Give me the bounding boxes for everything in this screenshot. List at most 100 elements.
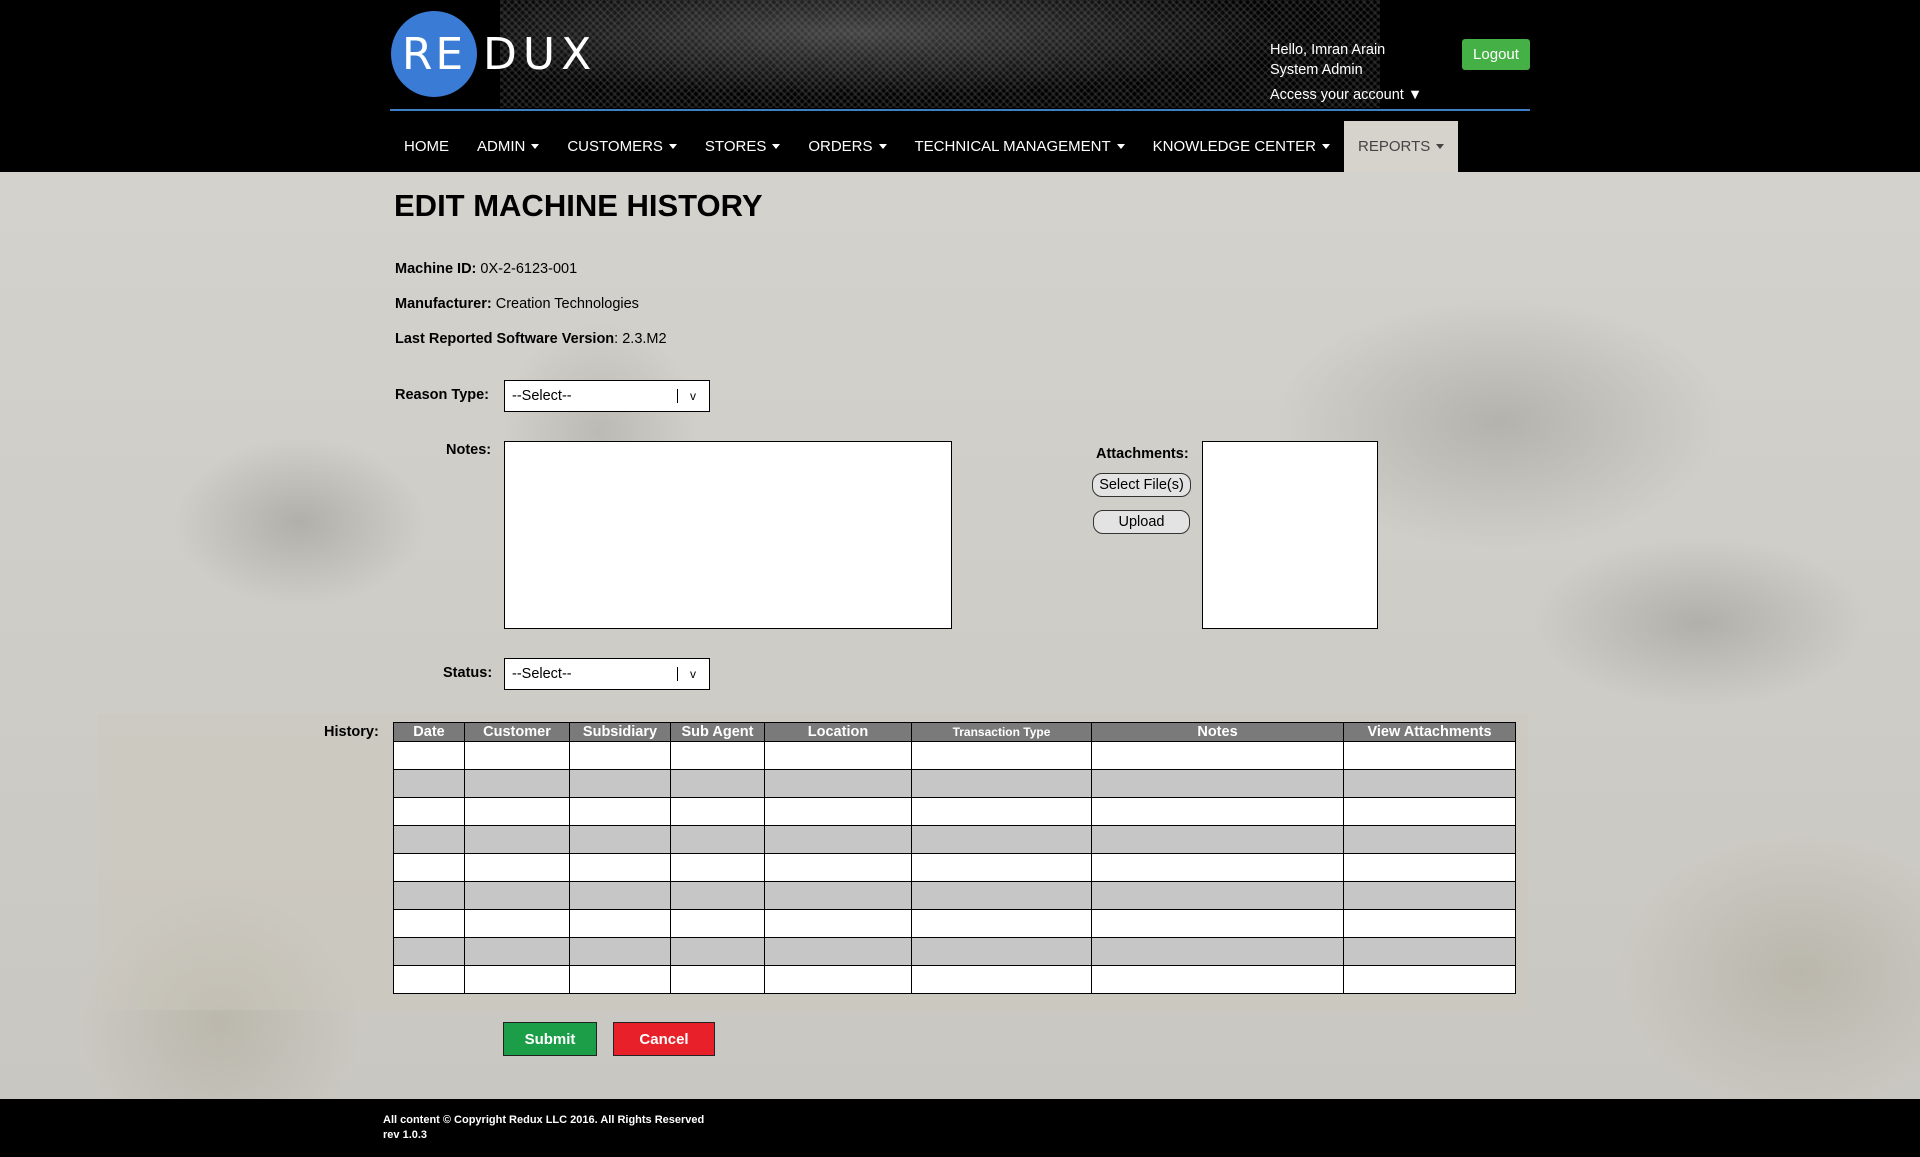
table-cell <box>764 881 912 910</box>
nav-item-stores[interactable]: STORES <box>691 121 794 172</box>
reason-type-select[interactable]: --Select-- v <box>504 380 710 412</box>
table-row <box>393 797 1516 826</box>
user-info: Hello, Imran Arain System Admin Access y… <box>1270 40 1422 105</box>
software-version-value: : 2.3.M2 <box>614 331 667 347</box>
nav-item-label: STORES <box>704 138 767 155</box>
table-cell <box>1091 881 1344 910</box>
caret-down-icon <box>1436 144 1445 149</box>
account-link[interactable]: Access your account ▼ <box>1270 85 1422 105</box>
table-cell <box>670 741 765 770</box>
status-label: Status: <box>443 665 493 681</box>
revision-text: rev 1.0.3 <box>383 1129 428 1141</box>
nav-item-home[interactable]: HOME <box>390 121 463 172</box>
history-header-row: Date Customer Subsidiary Sub Agent Location T… <box>393 722 1516 742</box>
main-nav: HOME ADMIN CUSTOMERS STORES ORDERS TECHNICAL … <box>390 121 1459 172</box>
table-cell <box>1343 909 1516 938</box>
table-cell <box>1343 937 1516 966</box>
table-cell <box>670 853 765 882</box>
nav-item-customers[interactable]: CUSTOMERS <box>553 121 691 172</box>
table-cell <box>1343 769 1516 798</box>
table-cell <box>911 741 1092 770</box>
table-cell <box>1343 853 1516 882</box>
table-cell <box>764 965 912 994</box>
table-cell <box>464 881 570 910</box>
logout-button[interactable]: Logout <box>1462 39 1530 70</box>
column-header-date[interactable]: Date <box>393 722 465 742</box>
table-cell <box>393 881 465 910</box>
table-cell <box>911 853 1092 882</box>
table-cell <box>764 741 912 770</box>
software-version-label: Last Reported Software Version <box>395 331 615 347</box>
attachments-label: Attachments: <box>1096 446 1189 462</box>
table-cell <box>1091 909 1344 938</box>
table-cell <box>1343 797 1516 826</box>
nav-item-label: CUSTOMERS <box>567 138 663 155</box>
table-cell <box>670 909 765 938</box>
caret-down-icon <box>1116 144 1125 149</box>
manufacturer-label: Manufacturer: <box>395 296 492 312</box>
table-row <box>393 909 1516 938</box>
column-header-customer[interactable]: Customer <box>464 722 570 742</box>
nav-item-label: REPORTS <box>1358 138 1431 155</box>
table-cell <box>764 909 912 938</box>
caret-down-icon <box>878 144 887 149</box>
logo-text: DUX <box>483 28 598 80</box>
notes-textarea[interactable] <box>504 441 952 629</box>
column-header-sub-agent[interactable]: Sub Agent <box>670 722 765 742</box>
nav-item-orders[interactable]: ORDERS <box>794 121 900 172</box>
upload-button[interactable]: Upload <box>1093 510 1190 534</box>
nav-item-technical-management[interactable]: TECHNICAL MANAGEMENT <box>901 121 1139 172</box>
table-cell <box>1091 853 1344 882</box>
table-cell <box>464 741 570 770</box>
table-cell <box>764 937 912 966</box>
table-cell <box>393 965 465 994</box>
column-header-view-attachments[interactable]: View Attachments <box>1343 722 1516 742</box>
table-cell <box>393 825 465 854</box>
reason-type-value: --Select-- <box>512 388 572 404</box>
history-table: Date Customer Subsidiary Sub Agent Location T… <box>393 722 1516 994</box>
nav-item-label: HOME <box>404 138 449 155</box>
nav-item-admin[interactable]: ADMIN <box>463 121 553 172</box>
nav-item-reports[interactable]: REPORTS <box>1344 121 1459 172</box>
table-cell <box>1091 769 1344 798</box>
notes-label: Notes: <box>446 442 492 458</box>
table-cell <box>1343 881 1516 910</box>
nav-item-label: KNOWLEDGE CENTER <box>1152 138 1317 155</box>
header-divider <box>390 109 1530 111</box>
table-cell <box>911 937 1092 966</box>
table-cell <box>464 937 570 966</box>
select-files-button[interactable]: Select File(s) <box>1092 473 1191 497</box>
table-cell <box>911 769 1092 798</box>
nav-item-knowledge-center[interactable]: KNOWLEDGE CENTER <box>1139 121 1344 172</box>
select-divider <box>677 389 678 403</box>
column-header-transaction-type[interactable]: Transaction Type <box>911 722 1092 742</box>
table-cell <box>1343 965 1516 994</box>
table-row <box>393 937 1516 966</box>
table-row <box>393 769 1516 798</box>
status-select[interactable]: --Select-- v <box>504 658 710 690</box>
header-texture <box>500 0 1380 108</box>
copyright-text: All content © Copyright Redux LLC 2016. … <box>383 1114 705 1126</box>
table-cell <box>569 769 671 798</box>
submit-button[interactable]: Submit <box>503 1022 597 1056</box>
table-cell <box>1091 741 1344 770</box>
table-cell <box>569 797 671 826</box>
table-cell <box>569 881 671 910</box>
status-value: --Select-- <box>512 666 572 682</box>
table-cell <box>670 769 765 798</box>
table-cell <box>911 881 1092 910</box>
table-cell <box>1343 825 1516 854</box>
column-header-notes[interactable]: Notes <box>1091 722 1344 742</box>
table-row <box>393 825 1516 854</box>
caret-down-icon <box>531 144 540 149</box>
table-row <box>393 965 1516 994</box>
table-cell <box>569 909 671 938</box>
footer-text: All content © Copyright Redux LLC 2016. … <box>383 1113 704 1143</box>
redux-logo[interactable]: RE DUX <box>391 11 597 97</box>
table-cell <box>764 825 912 854</box>
cancel-button[interactable]: Cancel <box>613 1022 715 1056</box>
attachments-list[interactable] <box>1202 441 1378 629</box>
column-header-subsidiary[interactable]: Subsidiary <box>569 722 671 742</box>
reason-type-label: Reason Type: <box>395 387 490 403</box>
column-header-location[interactable]: Location <box>764 722 912 742</box>
